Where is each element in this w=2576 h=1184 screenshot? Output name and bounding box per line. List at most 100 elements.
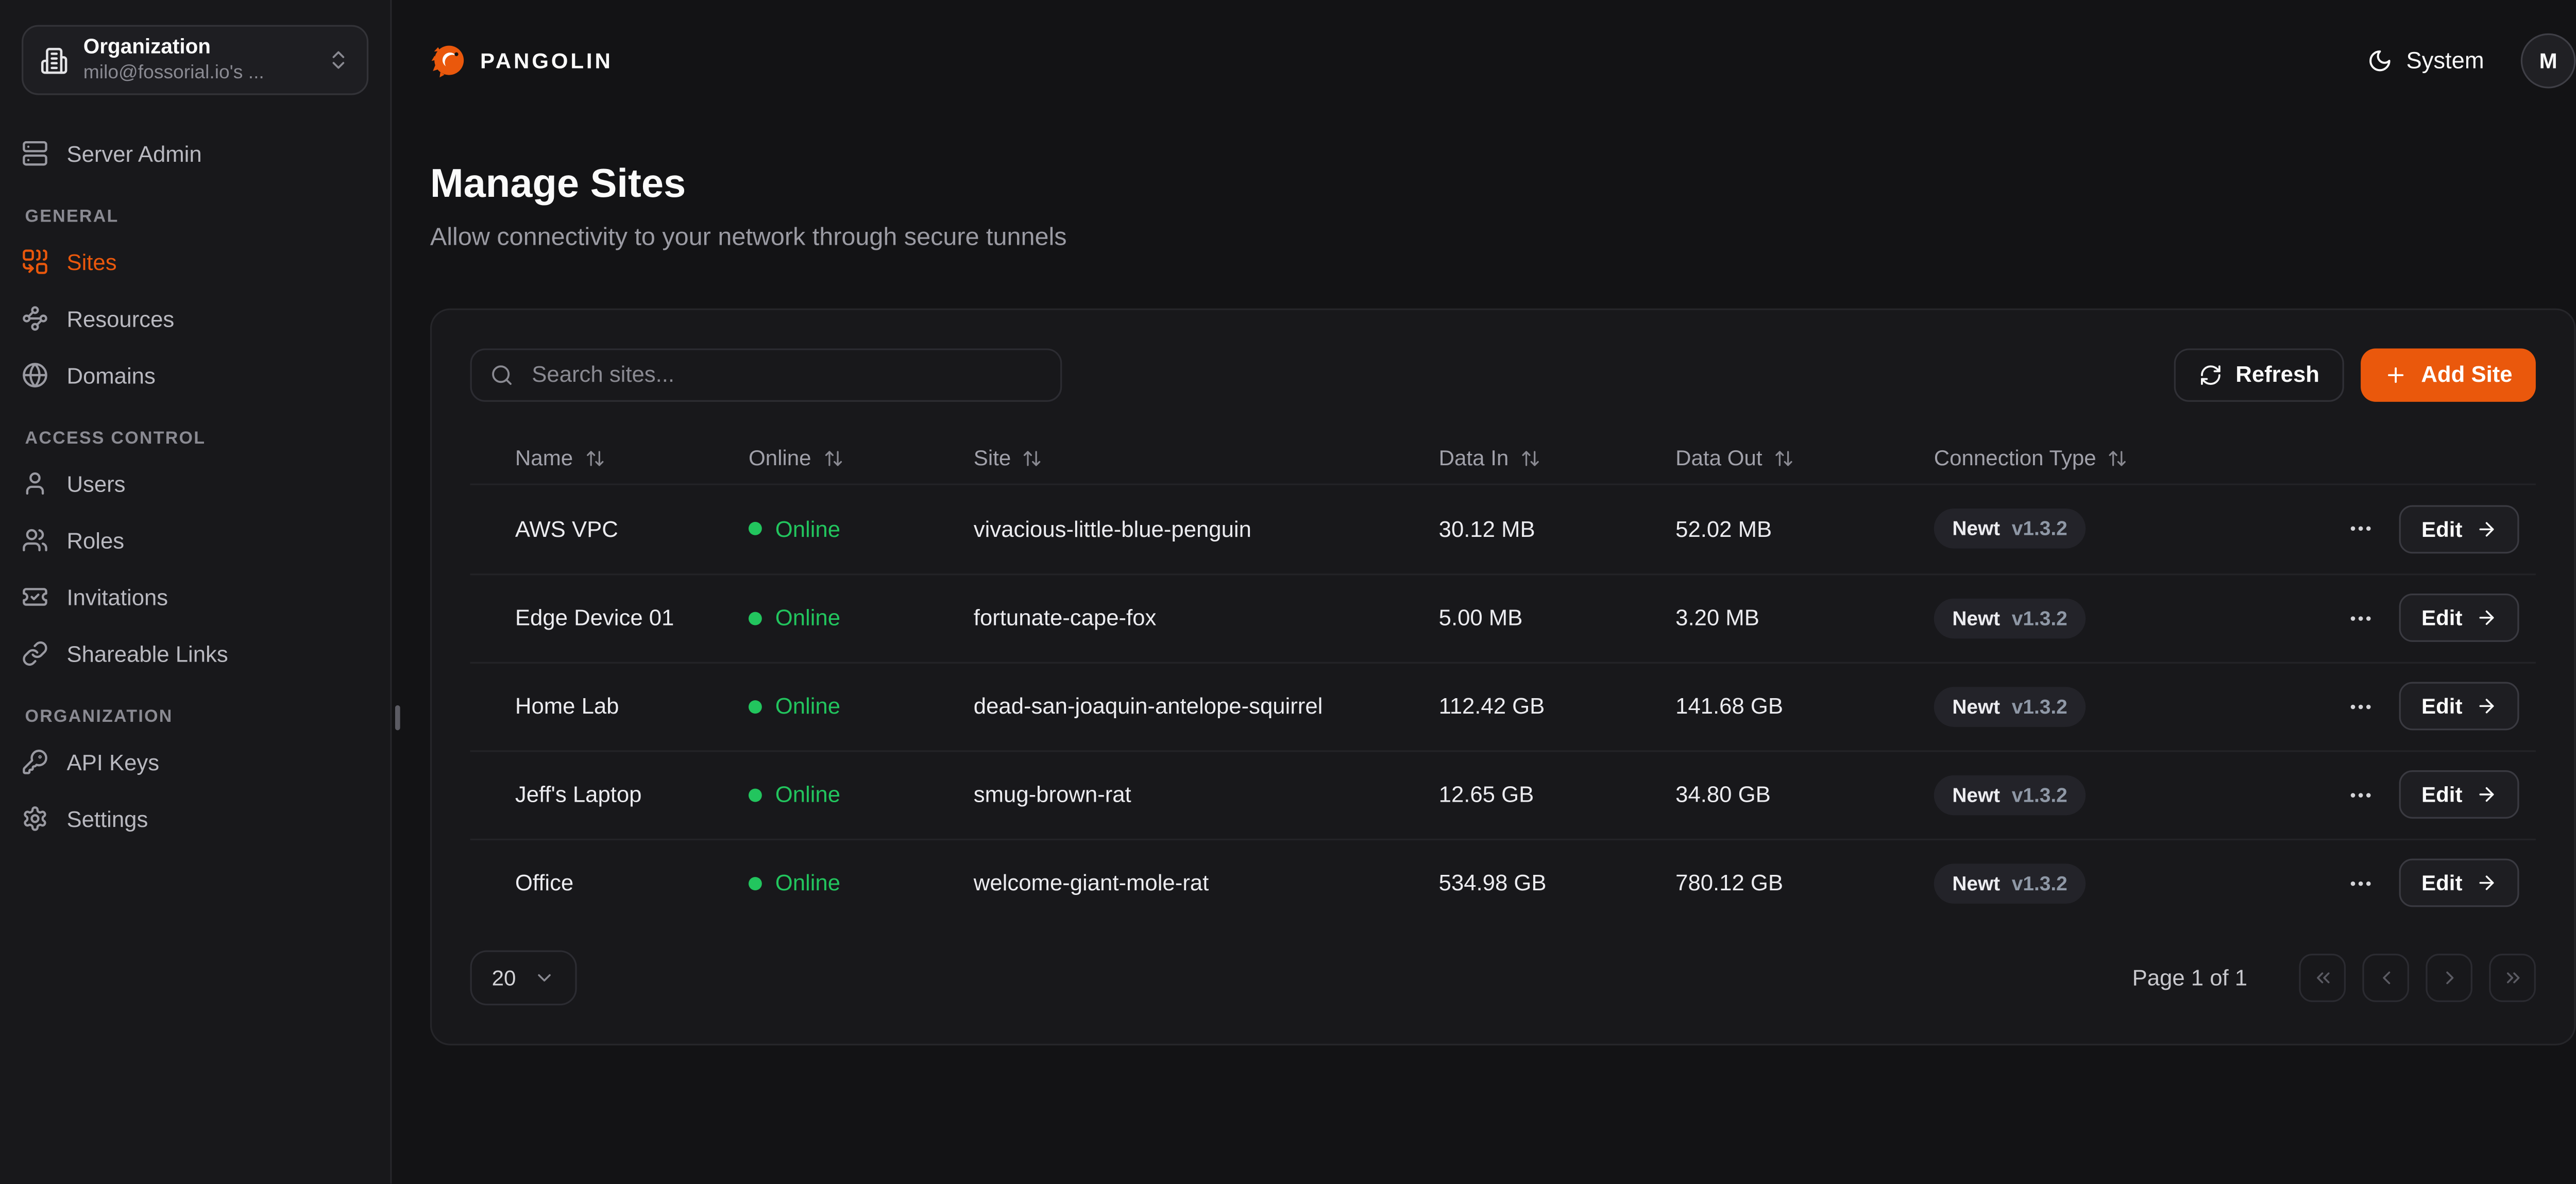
row-more-button[interactable] [2348,605,2375,632]
row-more-button[interactable] [2348,694,2375,720]
brand-logo[interactable]: PANGOLIN [430,42,613,78]
cell-connection-type: Newt v1.3.2 [1934,864,2326,904]
table-row: Home Lab Online dead-san-joaquin-antelop… [470,662,2536,750]
sidebar-item-api-keys[interactable]: API Keys [22,742,368,782]
row-more-button[interactable] [2348,516,2375,543]
sort-icon [823,448,843,468]
sidebar-item-domains[interactable]: Domains [22,355,368,395]
connection-type-badge: Newt v1.3.2 [1934,687,2086,727]
sidebar-item-users[interactable]: Users [22,464,368,504]
cell-data-out: 34.80 GB [1675,783,1934,808]
cell-name: Edge Device 01 [470,606,749,631]
organization-text: Organization milo@fossorial.io's ... [83,34,312,86]
online-label: Online [775,606,840,631]
online-status: Online [749,783,974,808]
app-window: Organization milo@fossorial.io's ... Ser… [0,0,2576,1184]
sidebar-section-items: API Keys Settings [22,742,368,839]
connection-type-name: Newt [1952,517,2000,540]
row-edit-button[interactable]: Edit [2400,505,2519,553]
sidebar-item-shareable-links[interactable]: Shareable Links [22,634,368,674]
sidebar-section-items: Users Roles Invitations Shareable Links [22,464,368,674]
online-label: Online [775,783,840,808]
column-header-data-out[interactable]: Data Out [1675,446,1934,471]
column-header-name[interactable]: Name [470,446,749,471]
online-status: Online [749,694,974,719]
column-header-data-in[interactable]: Data In [1439,446,1676,471]
arrow-right-icon [2476,696,2497,717]
cell-data-out: 141.68 GB [1675,694,1934,719]
organization-selector[interactable]: Organization milo@fossorial.io's ... [22,25,368,95]
first-page-button[interactable] [2299,953,2346,1002]
online-dot-icon [749,788,762,802]
more-horizontal-icon [2348,870,2375,897]
add-site-button[interactable]: Add Site [2361,348,2536,402]
edit-label: Edit [2421,871,2462,896]
sort-icon [2108,448,2128,468]
sidebar-item-label: Server Admin [66,141,201,166]
cell-data-in: 5.00 MB [1439,606,1676,631]
sidebar-item-sites[interactable]: Sites [22,242,368,282]
sidebar-item-invitations[interactable]: Invitations [22,577,368,617]
globe-icon [22,362,48,388]
more-horizontal-icon [2348,694,2375,720]
sidebar-item-settings[interactable]: Settings [22,799,368,839]
sidebar-item-label: Resources [66,306,174,331]
arrow-right-icon [2476,784,2497,806]
key-icon [22,749,48,775]
cell-actions: Edit [2326,505,2536,553]
search-sites-box [470,348,1062,402]
row-more-button[interactable] [2348,870,2375,897]
column-header-connection-type[interactable]: Connection Type [1934,446,2326,471]
connection-type-name: Newt [1952,783,2000,806]
sidebar-item-server-admin[interactable]: Server Admin [22,133,368,174]
cell-site: welcome-giant-mole-rat [974,871,1439,896]
sidebar-item-resources[interactable]: Resources [22,298,368,339]
cell-online: Online [749,694,974,719]
table-row: AWS VPC Online vivacious-little-blue-pen… [470,485,2536,573]
card-toolbar: Refresh Add Site [470,348,2536,402]
column-header-site[interactable]: Site [974,446,1439,471]
refresh-button[interactable]: Refresh [2174,348,2345,402]
more-horizontal-icon [2348,516,2375,543]
search-input[interactable] [529,361,1042,389]
cell-connection-type: Newt v1.3.2 [1934,598,2326,638]
organization-value: milo@fossorial.io's ... [83,61,312,86]
chevrons-up-down-icon [327,48,350,72]
row-edit-button[interactable]: Edit [2400,859,2519,907]
table-header-row: Name Online Site Data In Data Out Connec… [470,433,2536,485]
cell-data-in: 112.42 GB [1439,694,1676,719]
cell-online: Online [749,783,974,808]
building-icon [40,46,69,74]
plus-icon [2384,363,2408,386]
sidebar-item-roles[interactable]: Roles [22,520,368,561]
cell-connection-type: Newt v1.3.2 [1934,775,2326,815]
edit-label: Edit [2421,783,2462,808]
last-page-button[interactable] [2489,953,2536,1002]
sidebar-item-label: Domains [66,363,155,388]
row-more-button[interactable] [2348,782,2375,808]
cell-data-out: 3.20 MB [1675,606,1934,631]
row-edit-button[interactable]: Edit [2400,682,2519,731]
sidebar-item-label: API Keys [66,750,159,775]
user-avatar[interactable]: M [2521,32,2576,88]
cell-site: vivacious-little-blue-penguin [974,516,1439,542]
theme-toggle[interactable]: System [2368,47,2484,74]
cell-data-out: 52.02 MB [1675,516,1934,542]
cell-site: dead-san-joaquin-antelope-squirrel [974,694,1439,719]
cell-connection-type: Newt v1.3.2 [1934,509,2326,549]
arrow-right-icon [2476,872,2497,894]
cell-actions: Edit [2326,682,2536,731]
table-row: Edge Device 01 Online fortunate-cape-fox… [470,573,2536,662]
previous-page-button[interactable] [2362,953,2409,1002]
page-size-select[interactable]: 20 [470,950,578,1005]
sidebar-resize-handle[interactable] [395,705,400,731]
connection-type-version: v1.3.2 [2012,517,2067,540]
settings-icon [22,805,48,832]
cell-data-in: 30.12 MB [1439,516,1676,542]
next-page-button[interactable] [2426,953,2472,1002]
column-header-online[interactable]: Online [749,446,974,471]
row-edit-button[interactable]: Edit [2400,594,2519,642]
row-edit-button[interactable]: Edit [2400,771,2519,819]
cell-connection-type: Newt v1.3.2 [1934,687,2326,727]
sites-table: Name Online Site Data In Data Out Connec… [470,433,2536,927]
